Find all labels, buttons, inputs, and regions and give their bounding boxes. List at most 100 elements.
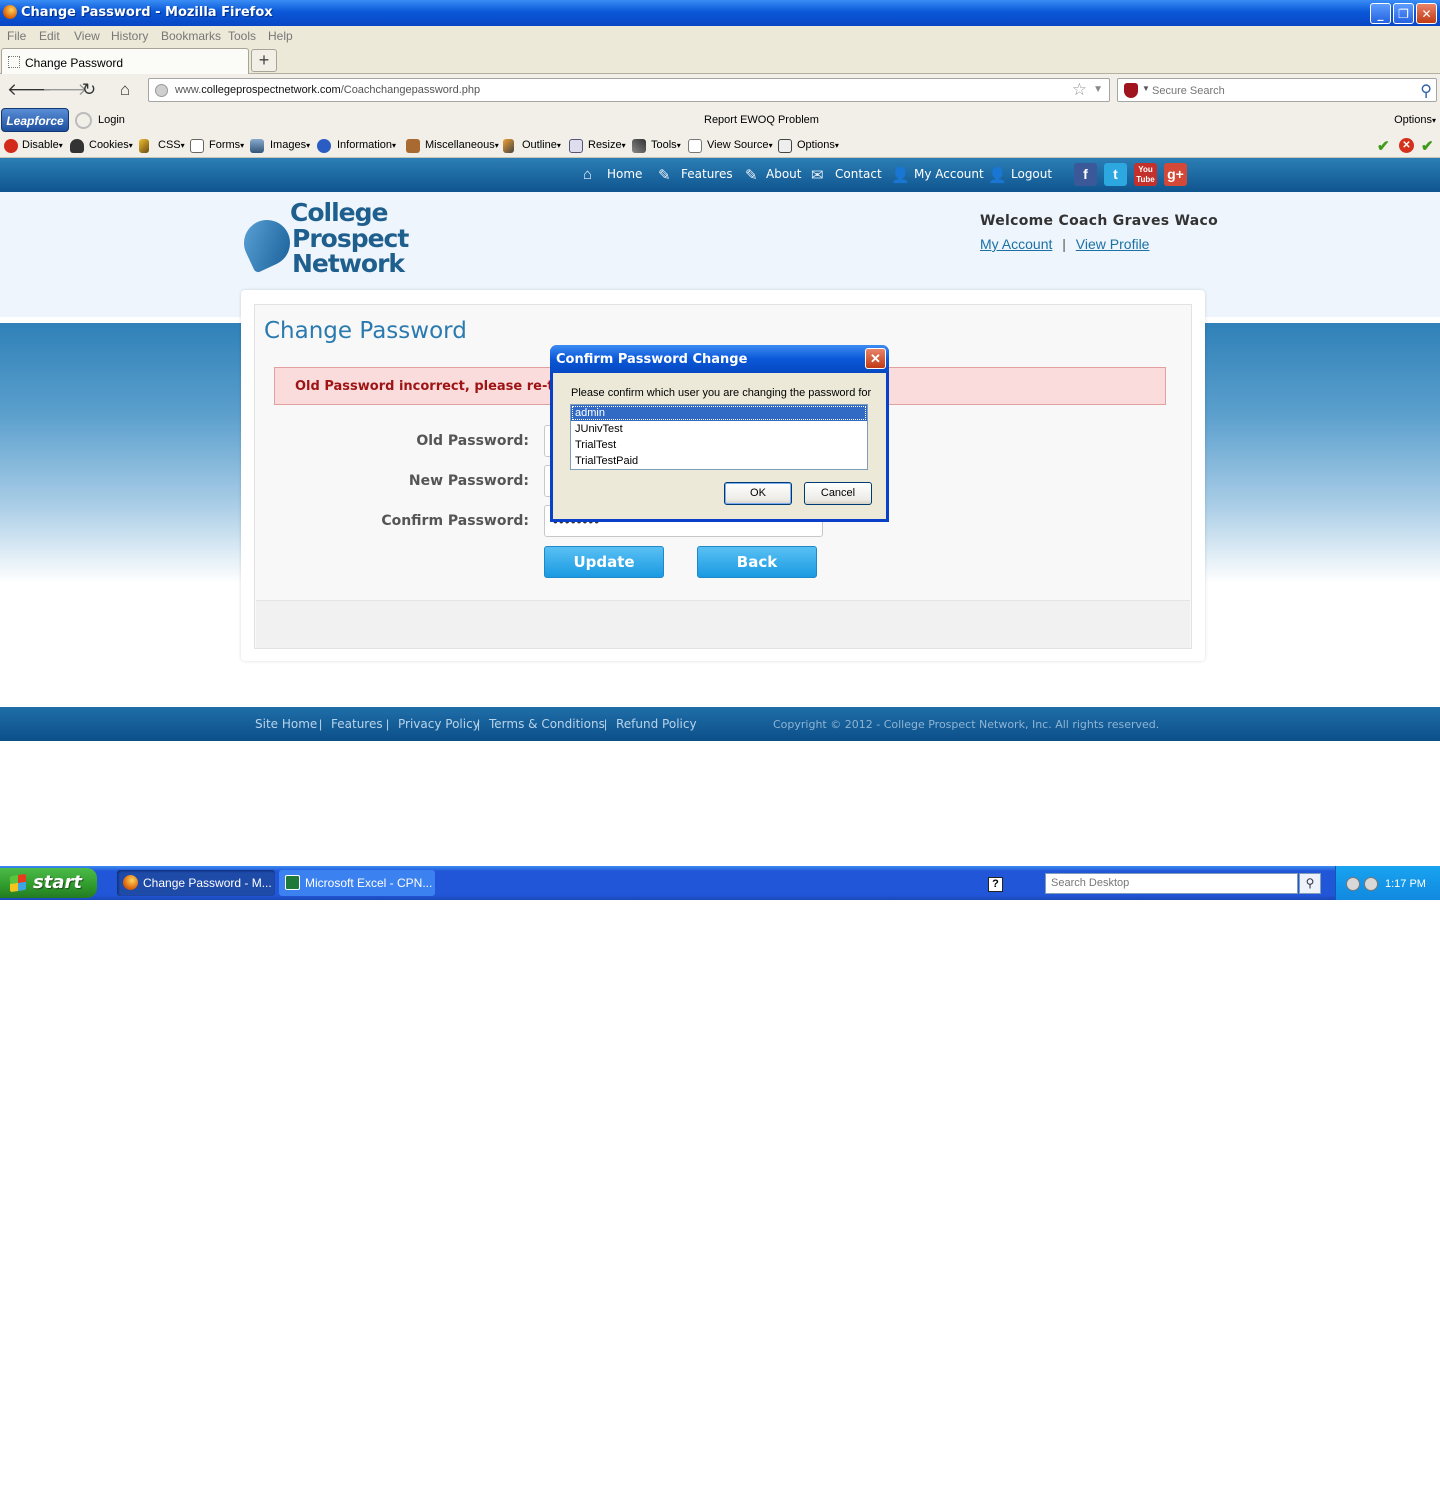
my-account-link[interactable]: My Account xyxy=(980,236,1052,252)
footer-separator: | xyxy=(319,717,323,731)
tray-back-icon[interactable] xyxy=(1346,877,1360,891)
cancel-button[interactable]: Cancel xyxy=(804,482,872,505)
footer-privacy-policy[interactable]: Privacy Policy xyxy=(398,717,480,731)
report-problem-link[interactable]: Report EWOQ Problem xyxy=(704,114,819,126)
forward-arrow-icon[interactable]: 🡒 xyxy=(42,80,88,100)
minimize-button[interactable]: _ xyxy=(1370,3,1391,24)
college-prospect-network-logo[interactable]: College Prospect Network xyxy=(236,198,409,280)
user-listbox[interactable]: admin JUnivTest TrialTest TrialTestPaid xyxy=(570,404,868,470)
user-option-admin[interactable]: admin xyxy=(571,405,867,421)
leapforce-button[interactable]: Leapforce xyxy=(1,108,69,132)
leapforce-login[interactable]: Login xyxy=(98,114,125,126)
dialog-prompt: Please confirm which user you are changi… xyxy=(571,387,872,399)
url-dropdown-icon[interactable]: ▼ xyxy=(1093,84,1103,95)
desktop-search-icon[interactable]: ⚲ xyxy=(1299,873,1321,894)
search-icon[interactable]: ⚲ xyxy=(1420,81,1432,101)
desktop-search-input[interactable]: Search Desktop xyxy=(1045,873,1298,894)
dev-outline[interactable]: Outline xyxy=(522,139,561,151)
old-password-label: Old Password: xyxy=(416,433,529,449)
start-button[interactable]: start xyxy=(0,868,97,898)
mcafee-shield-icon[interactable] xyxy=(1124,83,1138,98)
taskbar-excel[interactable]: Microsoft Excel - CPN... xyxy=(279,870,435,896)
reload-icon[interactable]: ↻ xyxy=(78,80,100,100)
menu-edit[interactable]: Edit xyxy=(39,29,60,43)
user-icon: 👤 xyxy=(988,167,1007,184)
new-tab-button[interactable]: + xyxy=(251,49,277,72)
footer-site-home[interactable]: Site Home xyxy=(255,717,317,731)
close-window-button[interactable]: ✕ xyxy=(1416,3,1437,24)
nav-home[interactable]: Home xyxy=(607,167,642,181)
menu-bar: File Edit View History Bookmarks Tools H… xyxy=(0,26,1440,46)
menu-bookmarks[interactable]: Bookmarks xyxy=(161,29,221,43)
user-option-trialtestpaid[interactable]: TrialTestPaid xyxy=(571,453,867,469)
address-bar[interactable]: www.collegeprospectnetwork.com/Coachchan… xyxy=(148,78,1110,102)
facebook-icon[interactable]: f xyxy=(1074,163,1097,186)
footer-terms[interactable]: Terms & Conditions xyxy=(489,717,605,731)
leapforce-options[interactable]: Options▾ xyxy=(1394,114,1436,126)
nav-about[interactable]: About xyxy=(766,167,801,181)
nav-logout[interactable]: Logout xyxy=(1011,167,1052,181)
tab-bar: Change Password + xyxy=(0,46,1440,74)
view-source-icon xyxy=(688,139,702,153)
edit-icon: ✎ xyxy=(658,167,671,184)
dialog-titlebar[interactable]: Confirm Password Change ✕ xyxy=(550,345,889,373)
url-text[interactable]: www.collegeprospectnetwork.com/Coachchan… xyxy=(175,84,480,96)
dev-disable[interactable]: Disable xyxy=(22,139,63,151)
dev-resize[interactable]: Resize xyxy=(588,139,626,151)
menu-file[interactable]: File xyxy=(7,29,26,43)
youtube-icon[interactable]: You Tube xyxy=(1134,163,1157,186)
restore-button[interactable]: ❐ xyxy=(1393,3,1414,24)
back-button[interactable]: Back xyxy=(697,546,817,578)
confirm-password-label: Confirm Password: xyxy=(381,513,529,529)
dev-miscellaneous[interactable]: Miscellaneous xyxy=(425,139,499,151)
dev-view-source[interactable]: View Source xyxy=(707,139,773,151)
menu-help[interactable]: Help xyxy=(268,29,293,43)
back-arrow-icon[interactable]: 🡐 xyxy=(7,80,53,100)
validate-html-icon[interactable]: ✔ xyxy=(1421,137,1434,155)
help-icon[interactable]: ? xyxy=(988,877,1003,892)
view-profile-link[interactable]: View Profile xyxy=(1076,236,1150,252)
bookmark-star-icon[interactable]: ☆ xyxy=(1072,80,1087,100)
tab-change-password[interactable]: Change Password xyxy=(1,48,249,74)
images-icon xyxy=(250,139,264,153)
information-icon xyxy=(317,139,331,153)
whistle-icon xyxy=(236,212,298,274)
footer-separator: | xyxy=(386,717,390,731)
search-input[interactable] xyxy=(1152,82,1402,99)
search-engine-dropdown-icon[interactable]: ▼ xyxy=(1142,84,1150,93)
leapforce-toolbar: Leapforce Login Report EWOQ Problem Opti… xyxy=(0,106,1440,134)
menu-history[interactable]: History xyxy=(111,29,148,43)
dialog-close-button[interactable]: ✕ xyxy=(865,348,886,369)
miscellaneous-icon xyxy=(406,139,420,153)
validate-css-icon[interactable]: ✔ xyxy=(1377,137,1390,155)
user-option-junivtest[interactable]: JUnivTest xyxy=(571,421,867,437)
tray-network-icon[interactable] xyxy=(1364,877,1378,891)
ok-button[interactable]: OK xyxy=(724,482,792,505)
dev-css[interactable]: CSS xyxy=(158,139,185,151)
update-button[interactable]: Update xyxy=(544,546,664,578)
nav-contact[interactable]: Contact xyxy=(835,167,882,181)
site-navigation: ⌂ Home ✎ Features ✎ About ✉ Contact 👤 My… xyxy=(0,158,1440,192)
menu-view[interactable]: View xyxy=(74,29,100,43)
google-plus-icon[interactable]: g+ xyxy=(1164,163,1187,186)
dev-tools[interactable]: Tools xyxy=(651,139,681,151)
twitter-icon[interactable]: t xyxy=(1104,163,1127,186)
footer-refund-policy[interactable]: Refund Policy xyxy=(616,717,697,731)
dev-information[interactable]: Information xyxy=(337,139,396,151)
user-option-trialtest[interactable]: TrialTest xyxy=(571,437,867,453)
site-identity-icon[interactable] xyxy=(155,84,168,97)
home-icon[interactable]: ⌂ xyxy=(114,80,136,100)
nav-features[interactable]: Features xyxy=(681,167,733,181)
taskbar-firefox[interactable]: Change Password - M... xyxy=(117,870,275,896)
menu-tools[interactable]: Tools xyxy=(228,29,256,43)
dev-images[interactable]: Images xyxy=(270,139,310,151)
error-console-icon[interactable]: ✕ xyxy=(1399,138,1414,153)
search-bar[interactable]: ▼ ⚲ xyxy=(1117,78,1437,102)
dev-options[interactable]: Options xyxy=(797,139,839,151)
dev-cookies[interactable]: Cookies xyxy=(89,139,133,151)
nav-my-account[interactable]: My Account xyxy=(914,167,984,181)
dev-forms[interactable]: Forms xyxy=(209,139,244,151)
window-title: Change Password - Mozilla Firefox xyxy=(21,5,273,20)
footer-features[interactable]: Features xyxy=(331,717,383,731)
clock: 1:17 PM xyxy=(1385,878,1426,890)
